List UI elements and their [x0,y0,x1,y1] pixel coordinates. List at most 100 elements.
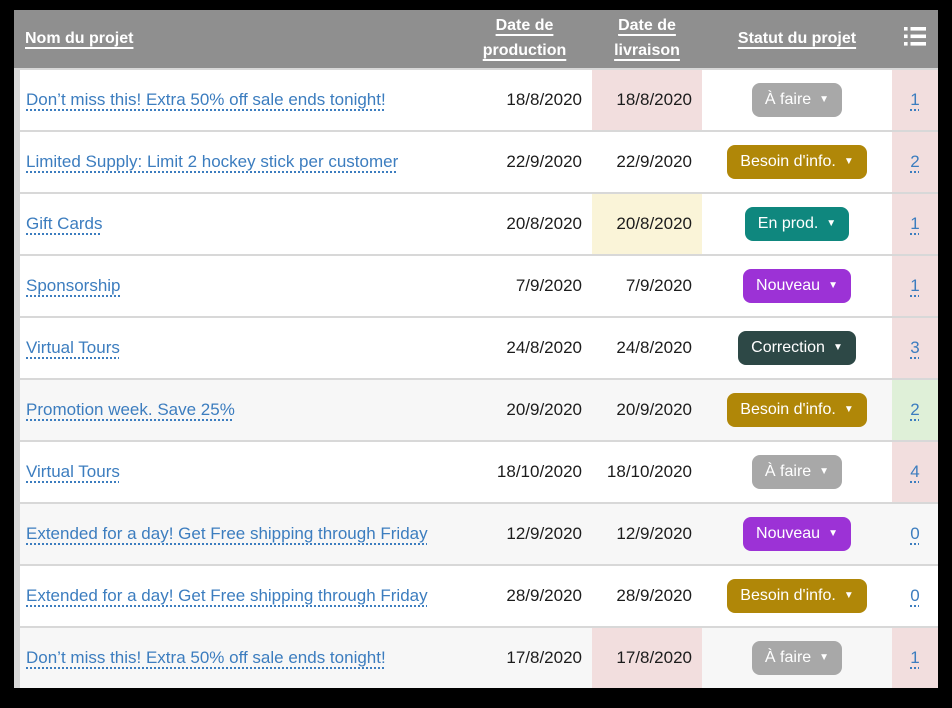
column-header-nom-du-projet[interactable]: Nom du projet [14,27,457,52]
project-name-link[interactable]: Extended for a day! Get Free shipping th… [26,524,428,544]
status-dropdown[interactable]: Nouveau ▼ [743,269,851,303]
projects-table: Nom du projet Date de production Date de… [14,10,938,688]
chevron-down-icon: ▼ [828,529,838,539]
count-cell: 1 [892,194,938,254]
production-date-cell: 22/9/2020 [457,132,592,192]
table-row: Don’t miss this! Extra 50% off sale ends… [20,68,938,130]
chevron-down-icon: ▼ [828,281,838,291]
count-link[interactable]: 0 [910,586,919,606]
count-link[interactable]: 4 [910,462,919,482]
chevron-down-icon: ▼ [833,343,843,353]
status-label: Besoin d'info. [740,401,836,419]
project-name-cell: Virtual Tours [20,318,457,378]
status-cell: Nouveau ▼ [702,256,892,316]
status-label: À faire [765,649,811,667]
status-dropdown[interactable]: Besoin d'info. ▼ [727,145,866,179]
count-cell: 1 [892,256,938,316]
column-header-label: Nom du projet [25,27,133,52]
column-header-date-de-livraison[interactable]: Date de livraison [592,14,702,64]
count-link[interactable]: 1 [910,276,919,296]
status-label: Besoin d'info. [740,153,836,171]
status-dropdown[interactable]: Nouveau ▼ [743,517,851,551]
project-name-cell: Don’t miss this! Extra 50% off sale ends… [20,70,457,130]
project-name-link[interactable]: Virtual Tours [26,338,120,358]
column-header-statut-du-projet[interactable]: Statut du projet [702,27,892,52]
project-name-cell: Promotion week. Save 25% [20,380,457,440]
production-date-cell: 18/8/2020 [457,70,592,130]
production-date-cell: 24/8/2020 [457,318,592,378]
status-dropdown[interactable]: Besoin d'info. ▼ [727,393,866,427]
delivery-date-cell: 17/8/2020 [592,628,702,688]
status-dropdown[interactable]: En prod. ▼ [745,207,849,241]
chevron-down-icon: ▼ [819,653,829,663]
project-name-link[interactable]: Promotion week. Save 25% [26,400,235,420]
status-cell: Besoin d'info. ▼ [702,566,892,626]
chevron-down-icon: ▼ [844,157,854,167]
project-name-link[interactable]: Virtual Tours [26,462,120,482]
delivery-date-cell: 12/9/2020 [592,504,702,564]
status-cell: En prod. ▼ [702,194,892,254]
count-link[interactable]: 1 [910,214,919,234]
status-cell: Nouveau ▼ [702,504,892,564]
column-header-date-de-production[interactable]: Date de production [457,14,592,64]
count-link[interactable]: 2 [910,152,919,172]
count-link[interactable]: 0 [910,524,919,544]
status-label: Nouveau [756,525,820,543]
project-name-cell: Limited Supply: Limit 2 hockey stick per… [20,132,457,192]
table-row: Limited Supply: Limit 2 hockey stick per… [20,130,938,192]
table-row: Virtual Tours 24/8/2020 24/8/2020 Correc… [20,316,938,378]
project-name-cell: Sponsorship [20,256,457,316]
status-cell: Besoin d'info. ▼ [702,380,892,440]
count-cell: 4 [892,442,938,502]
table-row: Sponsorship 7/9/2020 7/9/2020 Nouveau ▼ … [20,254,938,316]
status-dropdown[interactable]: À faire ▼ [752,83,842,117]
production-date-cell: 17/8/2020 [457,628,592,688]
status-dropdown[interactable]: À faire ▼ [752,455,842,489]
count-link[interactable]: 3 [910,338,919,358]
column-header-label: Date de [457,14,592,39]
project-name-link[interactable]: Don’t miss this! Extra 50% off sale ends… [26,648,386,668]
project-name-link[interactable]: Sponsorship [26,276,121,296]
production-date-cell: 7/9/2020 [457,256,592,316]
project-name-link[interactable]: Extended for a day! Get Free shipping th… [26,586,428,606]
delivery-date-cell: 24/8/2020 [592,318,702,378]
table-header: Nom du projet Date de production Date de… [14,10,938,68]
status-dropdown[interactable]: Correction ▼ [738,331,856,365]
status-cell: À faire ▼ [702,442,892,502]
status-label: Correction [751,339,825,357]
count-link[interactable]: 1 [910,90,919,110]
column-header-count[interactable] [892,27,938,51]
status-label: Besoin d'info. [740,587,836,605]
chevron-down-icon: ▼ [844,405,854,415]
count-cell: 3 [892,318,938,378]
status-dropdown[interactable]: À faire ▼ [752,641,842,675]
project-name-link[interactable]: Don’t miss this! Extra 50% off sale ends… [26,90,386,110]
chevron-down-icon: ▼ [819,467,829,477]
table-row: Extended for a day! Get Free shipping th… [20,502,938,564]
status-cell: À faire ▼ [702,70,892,130]
count-link[interactable]: 1 [910,648,919,668]
project-name-cell: Virtual Tours [20,442,457,502]
project-name-cell: Gift Cards [20,194,457,254]
project-name-cell: Don’t miss this! Extra 50% off sale ends… [20,628,457,688]
status-cell: À faire ▼ [702,628,892,688]
production-date-cell: 28/9/2020 [457,566,592,626]
count-cell: 2 [892,380,938,440]
status-label: Nouveau [756,277,820,295]
column-header-label: production [457,39,592,64]
production-date-cell: 20/9/2020 [457,380,592,440]
production-date-cell: 20/8/2020 [457,194,592,254]
delivery-date-cell: 28/9/2020 [592,566,702,626]
count-cell: 0 [892,566,938,626]
chevron-down-icon: ▼ [844,591,854,601]
count-link[interactable]: 2 [910,400,919,420]
project-name-cell: Extended for a day! Get Free shipping th… [20,566,457,626]
count-cell: 1 [892,70,938,130]
project-name-link[interactable]: Gift Cards [26,214,103,234]
project-name-link[interactable]: Limited Supply: Limit 2 hockey stick per… [26,152,398,172]
status-label: À faire [765,91,811,109]
delivery-date-cell: 18/8/2020 [592,70,702,130]
status-dropdown[interactable]: Besoin d'info. ▼ [727,579,866,613]
count-cell: 2 [892,132,938,192]
list-icon[interactable] [904,27,926,51]
